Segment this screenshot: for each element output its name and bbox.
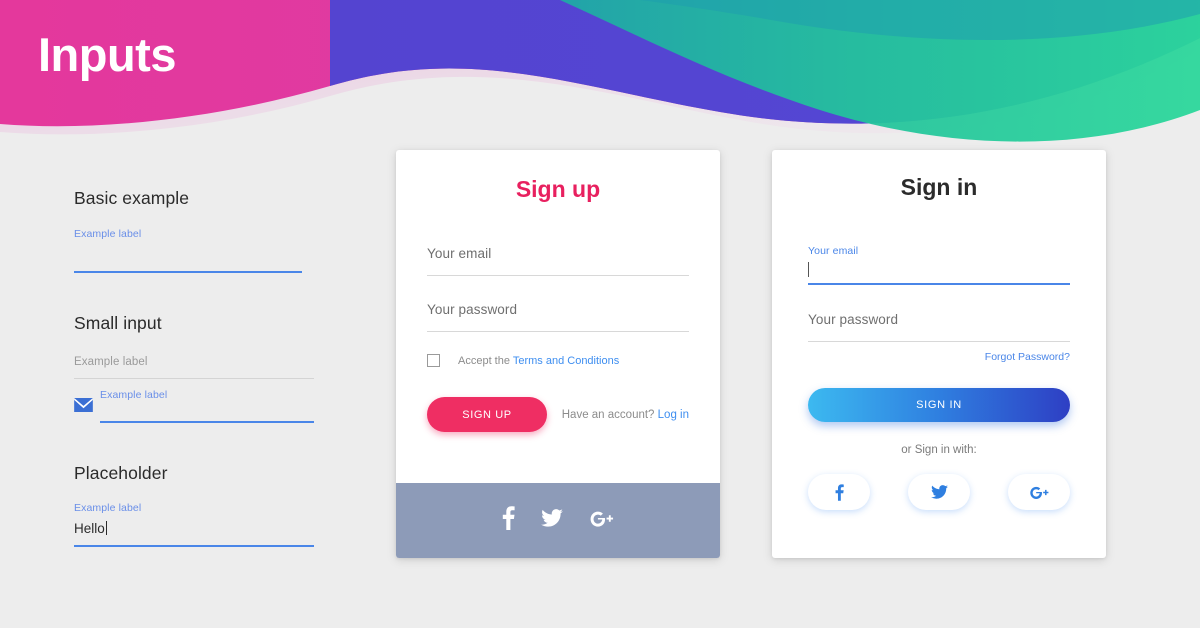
signin-password-label: Your password bbox=[808, 312, 899, 327]
small-input-group: Small input Example label Example label bbox=[74, 313, 324, 423]
text-cursor bbox=[105, 521, 107, 535]
signup-email-label: Your email bbox=[427, 246, 492, 261]
basic-example-group: Basic example Example label bbox=[74, 188, 324, 273]
signup-email-field[interactable]: Your email bbox=[427, 245, 689, 276]
small-input-label-1: Example label bbox=[74, 356, 148, 368]
twitter-icon-glyph bbox=[540, 509, 563, 527]
hero-banner: Inputs bbox=[0, 0, 1200, 160]
signup-password-field[interactable]: Your password bbox=[427, 301, 689, 332]
signup-terms-prefix: Accept the bbox=[458, 354, 510, 367]
signup-password-label: Your password bbox=[427, 302, 518, 317]
signup-button[interactable]: SIGN UP bbox=[427, 397, 547, 432]
placeholder-heading: Placeholder bbox=[74, 463, 168, 483]
inputs-demo-column: Basic example Example label Small input … bbox=[74, 188, 324, 547]
facebook-icon[interactable] bbox=[502, 506, 515, 535]
terms-and-conditions-link[interactable]: Terms and Conditions bbox=[513, 355, 619, 367]
basic-example-field[interactable]: Example label bbox=[74, 228, 324, 273]
signin-password-field[interactable]: Your password bbox=[808, 311, 1070, 342]
have-account-label: Have an account? bbox=[561, 408, 655, 421]
signin-or-text: or Sign in with: bbox=[901, 444, 977, 456]
small-input-field-1[interactable]: Example label bbox=[74, 356, 324, 379]
signin-email-field[interactable]: Your email bbox=[808, 241, 1070, 285]
google-plus-icon[interactable] bbox=[589, 508, 615, 533]
login-link[interactable]: Log in bbox=[658, 409, 689, 421]
accept-terms-checkbox[interactable] bbox=[427, 354, 440, 367]
signup-terms-row: Accept the Terms and Conditions bbox=[427, 354, 689, 367]
small-input-box-1[interactable] bbox=[74, 368, 314, 379]
basic-example-heading: Basic example bbox=[74, 188, 190, 208]
placeholder-input[interactable]: Hello bbox=[74, 514, 314, 547]
google-plus-icon[interactable] bbox=[1008, 474, 1070, 510]
facebook-icon[interactable] bbox=[808, 474, 870, 510]
signup-terms-text: Accept the Terms and Conditions bbox=[458, 355, 619, 367]
signin-social-row bbox=[808, 474, 1070, 510]
signin-card: Sign in Your email Your password Forgot … bbox=[772, 150, 1106, 558]
twitter-icon[interactable] bbox=[540, 509, 563, 532]
small-input-label-2: Example label bbox=[100, 389, 168, 401]
forgot-password-link[interactable]: Forgot Password? bbox=[808, 351, 1070, 363]
placeholder-value: Hello bbox=[74, 521, 105, 536]
signin-button[interactable]: SIGN IN bbox=[808, 388, 1070, 422]
signup-social-footer bbox=[396, 483, 720, 558]
small-input-box-2[interactable] bbox=[100, 401, 314, 423]
signin-card-body: Sign in Your email Your password Forgot … bbox=[772, 150, 1106, 510]
placeholder-group: Placeholder Example label Hello bbox=[74, 463, 324, 547]
placeholder-label: Example label bbox=[74, 502, 142, 514]
signin-title: Sign in bbox=[900, 174, 978, 200]
twitter-icon-glyph bbox=[930, 485, 948, 499]
facebook-icon-glyph bbox=[502, 506, 515, 530]
signin-email-input[interactable] bbox=[808, 259, 1070, 285]
signup-title: Sign up bbox=[515, 176, 601, 202]
twitter-icon[interactable] bbox=[908, 474, 970, 510]
signup-card-body: Sign up Your email Your password Accept … bbox=[396, 150, 720, 432]
envelope-icon-glyph bbox=[74, 398, 93, 412]
google-plus-icon-glyph bbox=[590, 511, 613, 527]
signup-card: Sign up Your email Your password Accept … bbox=[396, 150, 720, 558]
text-cursor bbox=[808, 262, 809, 277]
hero-wave-graphic bbox=[0, 0, 1200, 142]
signup-have-account-text: Have an account? Log in bbox=[562, 409, 689, 421]
google-plus-icon-glyph bbox=[1029, 486, 1048, 499]
envelope-icon bbox=[74, 398, 93, 417]
signup-action-row: SIGN UP Have an account? Log in bbox=[427, 397, 689, 432]
signin-email-label: Your email bbox=[808, 245, 859, 257]
small-input-field-2[interactable]: Example label bbox=[74, 389, 324, 423]
page-title: Inputs bbox=[38, 28, 176, 81]
facebook-icon-glyph bbox=[835, 483, 844, 501]
small-input-heading: Small input bbox=[74, 313, 162, 333]
basic-example-input[interactable] bbox=[74, 240, 302, 273]
placeholder-field[interactable]: Example label Hello bbox=[74, 502, 324, 547]
basic-example-label: Example label bbox=[74, 228, 142, 240]
